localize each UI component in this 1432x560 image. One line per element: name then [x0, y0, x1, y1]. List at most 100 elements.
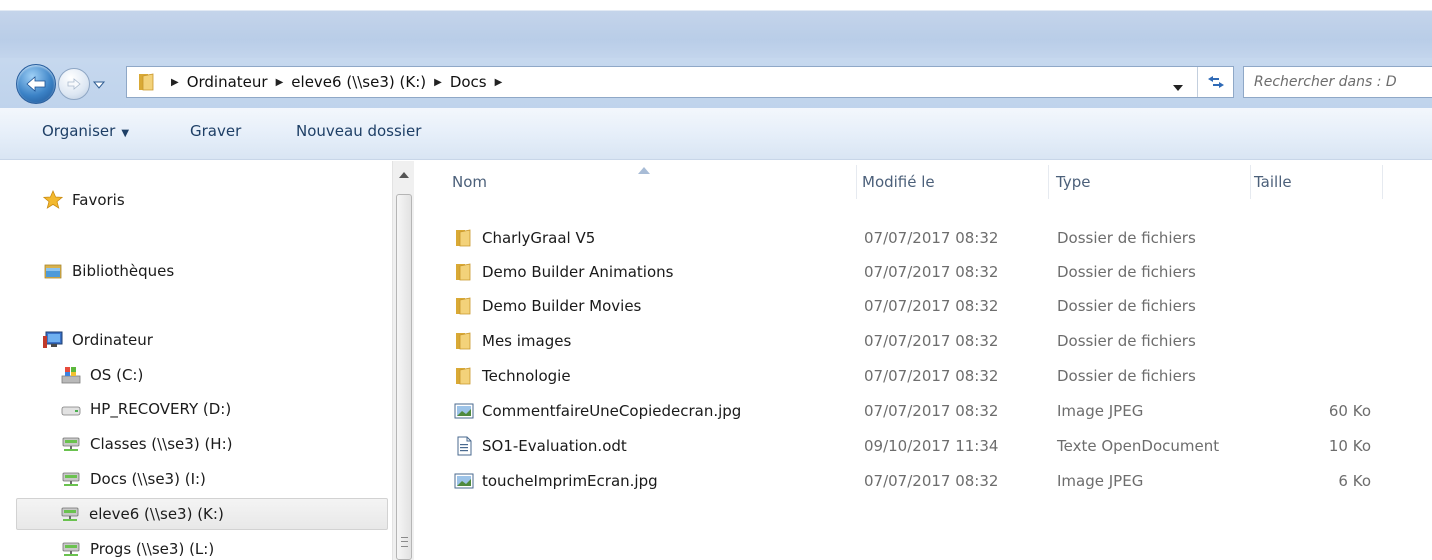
sidebar-item-label: Classes (\\se3) (H:) — [90, 435, 233, 453]
address-dropdown-icon[interactable] — [1173, 78, 1183, 96]
network-drive-icon — [59, 503, 81, 525]
scroll-up-icon[interactable] — [393, 167, 415, 183]
column-divider[interactable] — [1048, 165, 1049, 199]
command-toolbar: Organiser ▼ Graver Nouveau dossier — [0, 108, 1432, 160]
navigation-bar: ▶ Ordinateur ▶ eleve6 (\\se3) (K:) ▶ Doc… — [0, 58, 1432, 108]
column-header-type[interactable]: Type — [1056, 173, 1090, 191]
file-name: Technologie — [482, 367, 571, 385]
window-title-bar — [0, 0, 1432, 58]
folder-icon — [454, 366, 474, 386]
network-drive-icon — [60, 433, 82, 455]
refresh-button[interactable] — [1197, 67, 1233, 97]
column-divider[interactable] — [856, 165, 857, 199]
breadcrumb-docs[interactable]: Docs — [450, 73, 487, 91]
file-name: Mes images — [482, 332, 572, 350]
forward-button[interactable] — [58, 68, 90, 100]
grip-icon — [401, 537, 408, 547]
network-drive-icon — [60, 468, 82, 490]
file-type: Dossier de fichiers — [1057, 367, 1196, 385]
recent-pages-button[interactable] — [92, 78, 106, 92]
column-divider[interactable] — [1382, 165, 1383, 199]
search-input[interactable] — [1244, 67, 1432, 97]
file-modified: 07/07/2017 08:32 — [864, 332, 999, 350]
file-type: Dossier de fichiers — [1057, 297, 1196, 315]
file-size: 6 Ko — [1338, 472, 1371, 490]
folder-icon — [454, 262, 474, 282]
sidebar-item-progs-l[interactable]: Progs (\\se3) (L:) — [60, 536, 214, 560]
sidebar-item-favoris[interactable]: Favoris — [42, 187, 125, 213]
file-size: 10 Ko — [1328, 437, 1371, 455]
sidebar-item-label: OS (C:) — [90, 366, 144, 384]
file-type: Dossier de fichiers — [1057, 229, 1196, 247]
file-row[interactable]: CharlyGraal V5 07/07/2017 08:32 Dossier … — [454, 223, 1414, 255]
file-row[interactable]: Mes images 07/07/2017 08:32 Dossier de f… — [454, 326, 1414, 358]
folder-icon — [454, 331, 474, 351]
column-header-name[interactable]: Nom — [452, 173, 487, 191]
file-row[interactable]: CommentfaireUneCopiedecran.jpg 07/07/201… — [454, 396, 1414, 428]
new-folder-button[interactable]: Nouveau dossier — [296, 122, 421, 140]
file-size: 60 Ko — [1328, 402, 1371, 420]
file-name: Demo Builder Movies — [482, 297, 642, 315]
file-modified: 07/07/2017 08:32 — [864, 297, 999, 315]
sidebar-item-label: Docs (\\se3) (I:) — [90, 470, 206, 488]
hard-drive-icon — [60, 398, 82, 420]
breadcrumb-arrow-icon[interactable]: ▶ — [434, 77, 442, 88]
file-row[interactable]: SO1-Evaluation.odt 09/10/2017 11:34 Text… — [454, 431, 1414, 463]
file-modified: 07/07/2017 08:32 — [864, 263, 999, 281]
graver-button[interactable]: Graver — [190, 122, 241, 140]
scrollbar-thumb[interactable] — [396, 194, 412, 560]
chevron-down-icon — [92, 81, 106, 89]
chevron-down-icon: ▼ — [121, 128, 130, 139]
sidebar-item-label: Bibliothèques — [72, 262, 175, 280]
search-box[interactable] — [1243, 66, 1432, 98]
column-header-size[interactable]: Taille — [1254, 173, 1292, 191]
network-drive-icon — [60, 538, 82, 560]
breadcrumb-arrow-icon[interactable]: ▶ — [276, 77, 284, 88]
back-arrow-icon — [26, 76, 46, 92]
file-modified: 07/07/2017 08:32 — [864, 229, 999, 247]
organiser-label: Organiser — [42, 122, 116, 140]
sidebar-item-docs-i[interactable]: Docs (\\se3) (I:) — [60, 466, 206, 492]
file-name: CharlyGraal V5 — [482, 229, 596, 247]
sidebar-item-hp-recovery[interactable]: HP_RECOVERY (D:) — [60, 396, 231, 422]
folder-icon — [454, 296, 474, 316]
breadcrumb-eleve6[interactable]: eleve6 (\\se3) (K:) — [291, 73, 426, 91]
file-row[interactable]: Technologie 07/07/2017 08:32 Dossier de … — [454, 361, 1414, 393]
sidebar-item-ordinateur[interactable]: Ordinateur — [42, 327, 153, 353]
sidebar-item-label: HP_RECOVERY (D:) — [90, 400, 232, 418]
sort-ascending-icon — [638, 167, 650, 174]
breadcrumb-ordinateur[interactable]: Ordinateur — [187, 73, 268, 91]
column-header-modified[interactable]: Modifié le — [862, 173, 935, 191]
navigation-pane: Favoris Bibliothèques Ordinateur OS (C:)… — [0, 161, 392, 560]
file-name: Demo Builder Animations — [482, 263, 674, 281]
file-list: Nom Modifié le Type Taille CharlyGraal V… — [414, 161, 1432, 560]
sidebar-item-label: Favoris — [72, 191, 125, 209]
file-row[interactable]: Demo Builder Animations 07/07/2017 08:32… — [454, 257, 1414, 289]
breadcrumb: ▶ Ordinateur ▶ eleve6 (\\se3) (K:) ▶ Doc… — [167, 67, 510, 97]
sidebar-item-eleve6-k[interactable]: eleve6 (\\se3) (K:) — [16, 498, 388, 530]
folder-icon — [454, 228, 474, 248]
file-row[interactable]: toucheImprimEcran.jpg 07/07/2017 08:32 I… — [454, 466, 1414, 498]
folder-icon — [137, 72, 157, 96]
sidebar-item-os-c[interactable]: OS (C:) — [60, 362, 143, 388]
back-button[interactable] — [16, 64, 56, 104]
navigation-scrollbar[interactable] — [392, 161, 414, 560]
file-type: Dossier de fichiers — [1057, 332, 1196, 350]
breadcrumb-arrow-icon[interactable]: ▶ — [171, 77, 179, 88]
sidebar-item-classes-h[interactable]: Classes (\\se3) (H:) — [60, 431, 232, 457]
sidebar-item-label: eleve6 (\\se3) (K:) — [89, 505, 224, 523]
sidebar-item-bibliotheques[interactable]: Bibliothèques — [42, 258, 174, 284]
breadcrumb-arrow-icon[interactable]: ▶ — [495, 77, 503, 88]
computer-icon — [42, 329, 64, 351]
address-bar[interactable]: ▶ Ordinateur ▶ eleve6 (\\se3) (K:) ▶ Doc… — [126, 66, 1234, 98]
refresh-icon — [1207, 76, 1224, 88]
file-type: Dossier de fichiers — [1057, 263, 1196, 281]
os-drive-icon — [60, 364, 82, 386]
file-row[interactable]: Demo Builder Movies 07/07/2017 08:32 Dos… — [454, 291, 1414, 323]
star-icon — [42, 189, 64, 211]
column-divider[interactable] — [1250, 165, 1251, 199]
file-modified: 07/07/2017 08:32 — [864, 367, 999, 385]
organiser-button[interactable]: Organiser ▼ — [42, 122, 129, 140]
forward-arrow-icon — [67, 78, 81, 90]
library-icon — [42, 260, 64, 282]
